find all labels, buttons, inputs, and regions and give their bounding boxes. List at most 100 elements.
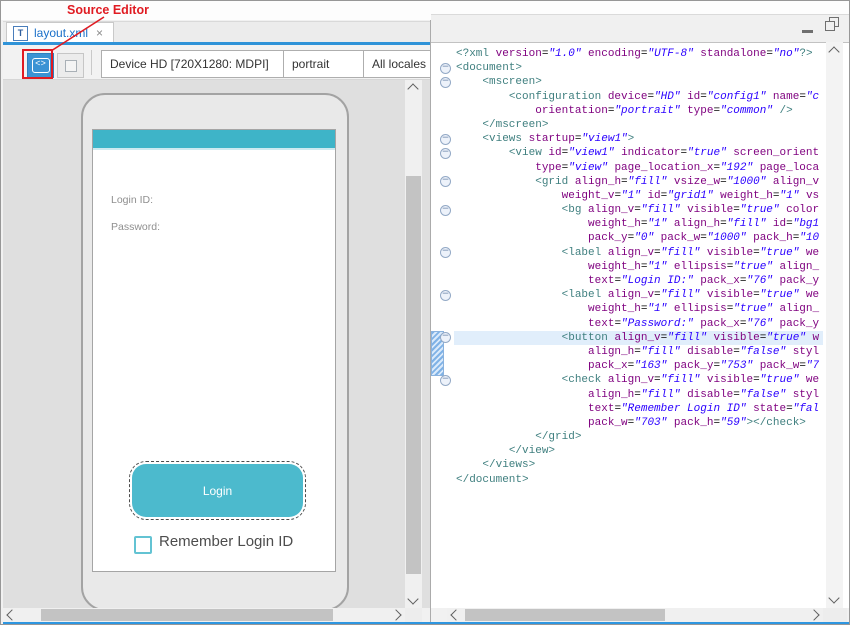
fold-collapse-icon[interactable]: − bbox=[440, 176, 451, 187]
gutter-row: − bbox=[431, 288, 454, 302]
login-id-label[interactable]: Login ID: bbox=[111, 194, 153, 206]
gutter-row bbox=[431, 473, 454, 487]
code-line[interactable]: <label align_v="fill" visible="true" we bbox=[454, 246, 823, 260]
gutter-row bbox=[431, 274, 454, 288]
remember-checkbox[interactable] bbox=[134, 536, 152, 554]
orientation-dropdown-value: portrait bbox=[292, 57, 357, 71]
gutter-row: − bbox=[431, 146, 454, 160]
phone-status-bar[interactable] bbox=[93, 130, 335, 150]
code-area[interactable]: <?xml version="1.0" encoding="UTF-8" sta… bbox=[454, 47, 823, 487]
gutter-row bbox=[431, 231, 454, 245]
code-line[interactable]: align_h="fill" disable="false" styl bbox=[454, 345, 823, 359]
login-button-selected[interactable]: Login bbox=[132, 464, 303, 517]
gutter-row bbox=[431, 118, 454, 132]
gutter-row bbox=[431, 430, 454, 444]
code-line[interactable]: <document> bbox=[454, 61, 823, 75]
minimize-icon bbox=[802, 30, 813, 33]
code-line[interactable]: weight_v="1" id="grid1" weight_h="1" vs bbox=[454, 189, 823, 203]
code-line[interactable]: text="Login ID:" pack_x="76" pack_y bbox=[454, 274, 823, 288]
xml-file-icon: T bbox=[13, 26, 28, 41]
minimize-button[interactable] bbox=[800, 21, 814, 33]
code-line[interactable]: </view> bbox=[454, 444, 823, 458]
fold-collapse-icon[interactable]: − bbox=[440, 290, 451, 301]
password-label[interactable]: Password: bbox=[111, 221, 160, 233]
horizontal-scroll-thumb[interactable] bbox=[465, 609, 665, 621]
code-line[interactable]: weight_h="1" ellipsis="true" align_ bbox=[454, 260, 823, 274]
horizontal-scroll-thumb[interactable] bbox=[41, 609, 333, 621]
gutter-row: − bbox=[431, 246, 454, 260]
design-canvas: Login ID: Password: Login Remember Login… bbox=[3, 80, 430, 608]
gutter-row bbox=[431, 416, 454, 430]
code-line[interactable]: pack_y="0" pack_w="1000" pack_h="10 bbox=[454, 231, 823, 245]
design-editor-button[interactable] bbox=[57, 53, 84, 78]
gutter-row bbox=[431, 217, 454, 231]
design-square-icon bbox=[65, 60, 77, 72]
code-line[interactable]: </mscreen> bbox=[454, 118, 823, 132]
source-view-header bbox=[431, 14, 849, 42]
gutter-row bbox=[431, 90, 454, 104]
code-line[interactable]: </views> bbox=[454, 458, 823, 472]
scrollbar-corner bbox=[823, 608, 847, 622]
device-dropdown[interactable]: Device HD [720X1280: MDPI] bbox=[101, 50, 302, 78]
fold-collapse-icon[interactable]: − bbox=[440, 77, 451, 88]
code-line[interactable]: <views startup="view1"> bbox=[454, 132, 823, 146]
code-line[interactable]: <bg align_v="fill" visible="true" color bbox=[454, 203, 823, 217]
login-button-label: Login bbox=[203, 484, 232, 498]
code-line[interactable]: <label align_v="fill" visible="true" we bbox=[454, 288, 823, 302]
gutter-row bbox=[431, 388, 454, 402]
scroll-left-icon[interactable] bbox=[449, 608, 463, 622]
annotation-label: Source Editor bbox=[67, 3, 149, 17]
phone-screen: Login ID: Password: Login Remember Login… bbox=[92, 129, 336, 572]
gutter-row: − bbox=[431, 75, 454, 89]
code-line[interactable]: <mscreen> bbox=[454, 75, 823, 89]
scroll-up-icon[interactable] bbox=[406, 82, 420, 96]
code-line[interactable]: <configuration device="HD" id="config1" … bbox=[454, 90, 823, 104]
editor-horizontal-scrollbar[interactable] bbox=[447, 608, 823, 622]
fold-collapse-icon[interactable]: − bbox=[440, 134, 451, 145]
fold-collapse-icon[interactable]: − bbox=[440, 205, 451, 216]
code-line[interactable]: </grid> bbox=[454, 430, 823, 444]
remember-checkbox-label[interactable]: Remember Login ID bbox=[159, 533, 293, 550]
scroll-right-icon[interactable] bbox=[389, 608, 403, 622]
fold-collapse-icon[interactable]: − bbox=[440, 332, 451, 343]
scroll-up-icon[interactable] bbox=[827, 45, 841, 59]
code-line-highlighted[interactable]: <button align_v="fill" visible="true" w bbox=[454, 331, 823, 345]
code-line[interactable]: weight_h="1" align_h="fill" id="bg1 bbox=[454, 217, 823, 231]
gutter-row bbox=[431, 47, 454, 61]
gutter-row bbox=[431, 345, 454, 359]
code-line[interactable]: <?xml version="1.0" encoding="UTF-8" sta… bbox=[454, 47, 823, 61]
gutter-row bbox=[431, 317, 454, 331]
code-line[interactable]: weight_h="1" ellipsis="true" align_ bbox=[454, 302, 823, 316]
fold-collapse-icon[interactable]: − bbox=[440, 148, 451, 159]
code-line[interactable]: </document> bbox=[454, 473, 823, 487]
scroll-right-icon[interactable] bbox=[807, 608, 821, 622]
canvas-horizontal-scrollbar[interactable] bbox=[3, 608, 405, 622]
vertical-scroll-thumb[interactable] bbox=[406, 176, 421, 574]
scroll-down-icon[interactable] bbox=[406, 592, 420, 606]
fold-collapse-icon[interactable]: − bbox=[440, 63, 451, 74]
code-line[interactable]: pack_w="703" pack_h="59"></check> bbox=[454, 416, 823, 430]
phone-frame: Login ID: Password: Login Remember Login… bbox=[81, 93, 349, 608]
tab-layout-xml[interactable]: T layout.xml × bbox=[6, 22, 114, 43]
code-line[interactable]: <view id="view1" indicator="true" screen… bbox=[454, 146, 823, 160]
code-line[interactable]: text="Password:" pack_x="76" pack_y bbox=[454, 317, 823, 331]
scroll-down-icon[interactable] bbox=[827, 591, 841, 605]
ide-window: T layout.xml × <> Device HD [720X1280: M… bbox=[0, 0, 850, 625]
xml-source-editor[interactable]: − − − − − − − − − − <?xml version="1.0" encoding=… bbox=[431, 42, 849, 608]
code-line[interactable]: orientation="portrait" type="common" /> bbox=[454, 104, 823, 118]
code-line[interactable]: text="Remember Login ID" state="fal bbox=[454, 402, 823, 416]
tab-close-icon[interactable]: × bbox=[96, 27, 103, 39]
fold-collapse-icon[interactable]: − bbox=[440, 247, 451, 258]
code-line[interactable]: align_h="fill" disable="false" styl bbox=[454, 388, 823, 402]
maximize-button[interactable] bbox=[824, 17, 840, 33]
gutter-row: − bbox=[431, 203, 454, 217]
code-line[interactable]: type="view" page_location_x="192" page_l… bbox=[454, 161, 823, 175]
scroll-left-icon[interactable] bbox=[5, 608, 19, 622]
code-line[interactable]: <grid align_h="fill" vsize_w="1000" alig… bbox=[454, 175, 823, 189]
canvas-vertical-scrollbar[interactable] bbox=[405, 80, 422, 608]
editor-vertical-scrollbar[interactable] bbox=[826, 42, 843, 608]
gutter-row: − bbox=[431, 331, 454, 345]
code-line[interactable]: <check align_v="fill" visible="true" we bbox=[454, 373, 823, 387]
fold-collapse-icon[interactable]: − bbox=[440, 375, 451, 386]
code-line[interactable]: pack_x="163" pack_y="753" pack_w="7 bbox=[454, 359, 823, 373]
